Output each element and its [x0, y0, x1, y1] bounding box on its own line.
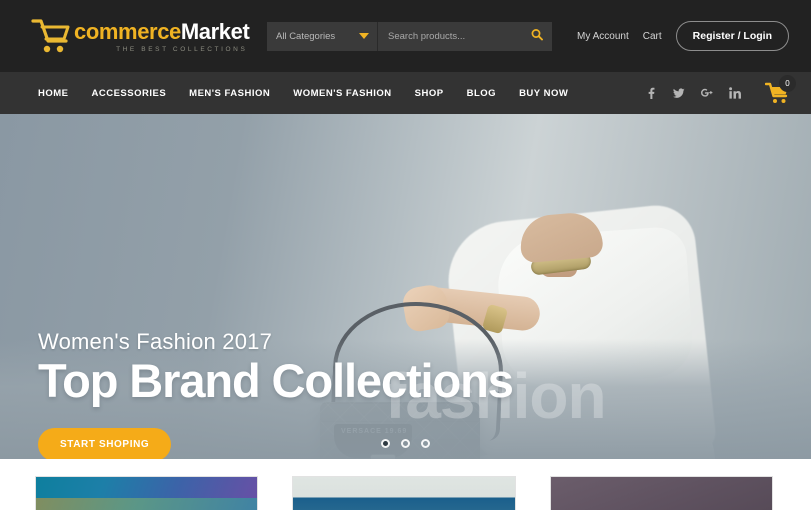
- product-row: [0, 463, 811, 510]
- register-login-button[interactable]: Register / Login: [675, 21, 789, 51]
- nav-menu: HOME ACCESSORIES MEN'S FASHION WOMEN'S F…: [38, 88, 568, 99]
- nav-item-accessories[interactable]: ACCESSORIES: [92, 88, 167, 99]
- logo-tagline: THE BEST COLLECTIONS: [116, 45, 248, 53]
- nav-item-shop[interactable]: SHOP: [415, 88, 444, 99]
- cart-count-badge: 0: [779, 75, 796, 92]
- nav-right-area: 0: [645, 75, 796, 105]
- cart-link[interactable]: Cart: [643, 31, 662, 42]
- nav-cart-button[interactable]: 0: [765, 75, 796, 105]
- search-bar: All Categories: [267, 21, 552, 51]
- hero-slider[interactable]: VERSACE 19.69 fashion Women's Fashion 20…: [0, 114, 811, 459]
- shopping-cart-icon: [30, 17, 72, 55]
- google-plus-icon[interactable]: [701, 86, 713, 100]
- slider-dot-1[interactable]: [381, 439, 390, 448]
- linkedin-icon[interactable]: [729, 86, 741, 100]
- top-header-bar: commerceMarket THE BEST COLLECTIONS All …: [0, 0, 811, 72]
- product-image-1: [36, 477, 258, 510]
- logo-word-market: Market: [180, 18, 250, 44]
- twitter-icon[interactable]: [673, 86, 685, 100]
- chevron-down-icon: [359, 33, 369, 39]
- hero-subtitle: Women's Fashion 2017: [38, 329, 273, 354]
- main-navigation-bar: HOME ACCESSORIES MEN'S FASHION WOMEN'S F…: [0, 72, 811, 114]
- logo-text: commerceMarket THE BEST COLLECTIONS: [74, 18, 250, 53]
- product-image-2: [293, 477, 515, 510]
- category-select[interactable]: All Categories: [267, 21, 377, 51]
- logo-wordmark: commerceMarket: [74, 18, 250, 44]
- product-strip: [0, 463, 811, 510]
- product-card-3[interactable]: [549, 476, 773, 510]
- search-field-wrapper: [377, 21, 552, 51]
- nav-item-womens-fashion[interactable]: WOMEN'S FASHION: [293, 88, 391, 99]
- product-card-2[interactable]: [292, 476, 516, 510]
- my-account-link[interactable]: My Account: [577, 31, 629, 42]
- product-image-3: [550, 477, 772, 510]
- nav-item-blog[interactable]: BLOG: [467, 88, 496, 99]
- search-icon[interactable]: [531, 29, 543, 44]
- category-select-value: All Categories: [276, 30, 336, 42]
- product-card-1[interactable]: [35, 476, 259, 510]
- slider-dot-3[interactable]: [421, 439, 430, 448]
- account-area: My Account Cart Register / Login: [577, 21, 789, 51]
- slider-dots: [0, 439, 811, 448]
- hero-title: Top Brand Collections: [38, 354, 514, 408]
- nav-item-home[interactable]: HOME: [38, 88, 69, 99]
- facebook-icon[interactable]: [645, 86, 657, 100]
- search-input[interactable]: [388, 30, 528, 42]
- page-root: commerceMarket THE BEST COLLECTIONS All …: [0, 0, 811, 510]
- logo-word-commerce: commerce: [74, 18, 181, 44]
- slider-dot-2[interactable]: [401, 439, 410, 448]
- nav-item-mens-fashion[interactable]: MEN'S FASHION: [189, 88, 270, 99]
- nav-item-buy-now[interactable]: BUY NOW: [519, 88, 568, 99]
- site-logo[interactable]: commerceMarket THE BEST COLLECTIONS: [30, 17, 250, 55]
